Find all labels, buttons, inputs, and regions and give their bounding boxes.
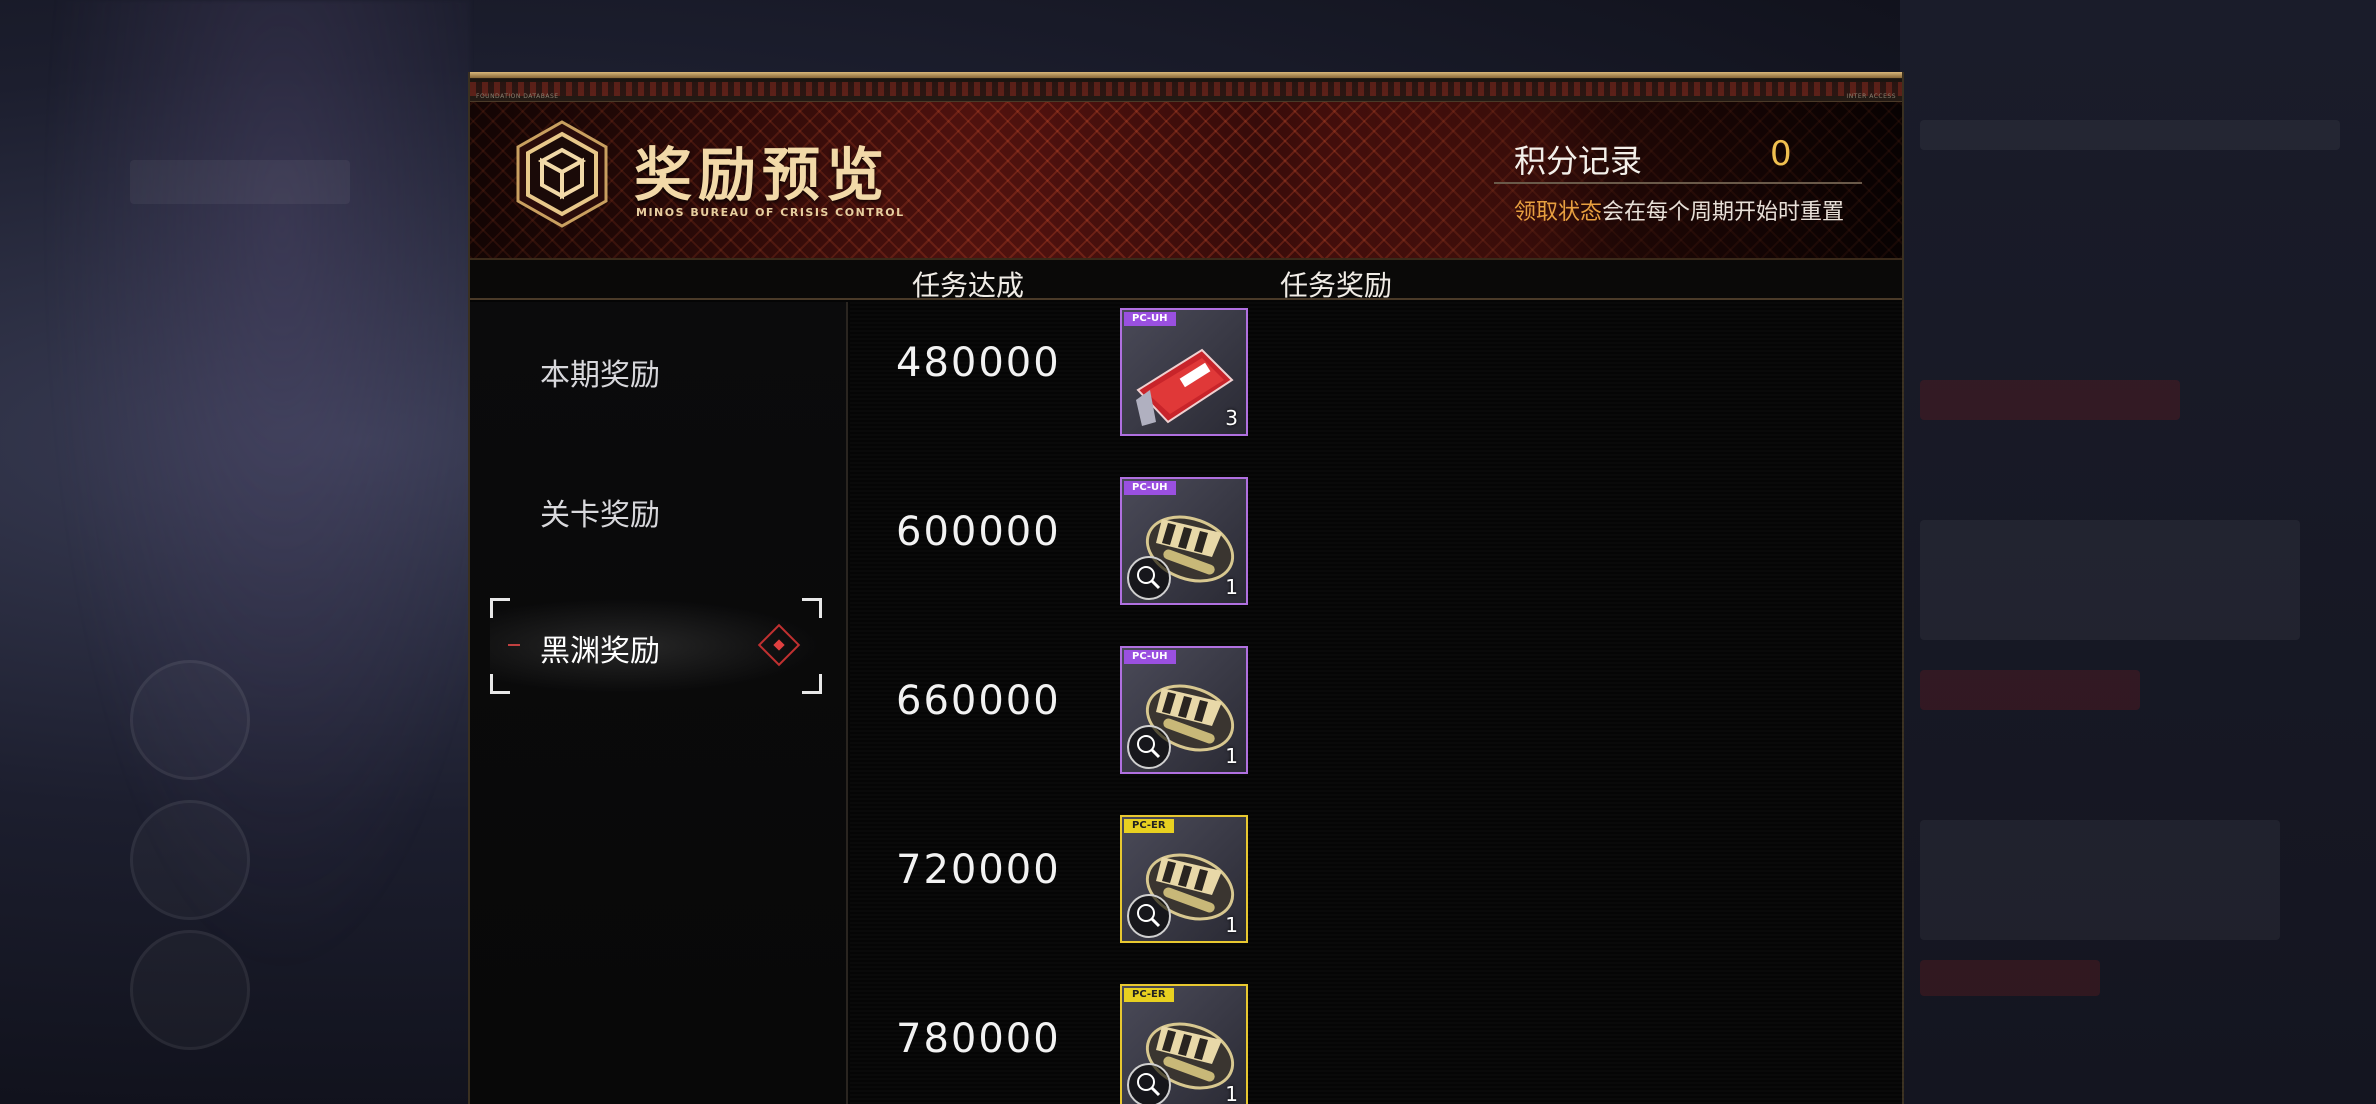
reward-item-slot[interactable]: PC-UH 1 — [1120, 477, 1248, 605]
active-marker — [508, 644, 520, 646]
magnifier-icon — [1127, 1063, 1171, 1104]
column-achievement: 任务达成 — [912, 269, 1025, 302]
reward-row: 480000 PC-UH 3 领取 — [850, 302, 1904, 471]
magnifier-icon — [1127, 725, 1171, 769]
reward-item-slot[interactable]: PC-UH 1 — [1120, 646, 1248, 774]
selection-corner — [802, 598, 822, 618]
sidebar-item-label: 黑渊奖励 — [540, 634, 660, 669]
reward-row: 600000 PC-UH 1 领取 — [850, 471, 1904, 640]
score-record-value: 0 — [1770, 134, 1792, 174]
reward-preview-panel: FOUNDATION DATABASE INTER ACCESS 奖励预览 MI… — [468, 72, 1904, 1104]
background-ghost-bar — [1920, 820, 2280, 940]
sidebar-item-abyss[interactable]: 黑渊奖励 — [490, 598, 822, 694]
panel-top-bar: FOUNDATION DATABASE INTER ACCESS — [470, 72, 1902, 102]
background-circle — [130, 930, 250, 1050]
page-subtitle: MINOS BUREAU OF CRISIS CONTROL — [636, 206, 905, 219]
reward-list[interactable]: 480000 PC-UH 3 领取 600000 — [850, 302, 1904, 1104]
background-ghost-bar — [1920, 380, 2180, 420]
sidebar-item-stage[interactable]: 关卡奖励 — [540, 490, 660, 534]
page-title: 奖励预览 — [634, 141, 891, 209]
item-count: 3 — [1225, 406, 1238, 430]
threshold-value: 720000 — [896, 847, 1061, 893]
item-count: 1 — [1225, 744, 1238, 768]
item-count: 1 — [1225, 913, 1238, 937]
column-reward: 任务奖励 — [1280, 269, 1393, 302]
background-ghost-bar — [1920, 960, 2100, 996]
rarity-tag: PC-UH — [1124, 650, 1176, 664]
background-ghost-bar — [1920, 120, 2340, 150]
background-ghost-bar — [1920, 520, 2300, 640]
background-ghost-bar — [1920, 670, 2140, 710]
selection-corner — [490, 674, 510, 694]
rarity-tag: PC-ER — [1124, 988, 1174, 1002]
column-header: 任务达成 任务奖励 — [470, 260, 1902, 302]
diamond-selected-icon — [757, 623, 801, 667]
reward-item-slot[interactable]: PC-UH 3 — [1120, 308, 1248, 436]
reward-row: 660000 PC-UH 1 领取 — [850, 640, 1904, 809]
threshold-value: 600000 — [896, 509, 1061, 555]
reset-note-text: 会在每个周期开始时重置 — [1602, 200, 1845, 225]
threshold-value: 780000 — [896, 1016, 1061, 1062]
background-ghost-bar — [130, 160, 350, 204]
header-banner: 奖励预览 MINOS BUREAU OF CRISIS CONTROL 积分记录… — [470, 102, 1902, 260]
background-circle — [130, 660, 250, 780]
cube-emblem-icon — [516, 120, 608, 228]
rarity-tag: PC-UH — [1124, 481, 1176, 495]
reward-item-slot[interactable]: PC-ER 1 — [1120, 815, 1248, 943]
rarity-tag: PC-ER — [1124, 819, 1174, 833]
top-right-label: INTER ACCESS — [1846, 93, 1896, 100]
reward-row: 780000 PC-ER 1 领取 — [850, 978, 1904, 1104]
reward-category-sidebar: 本期奖励 关卡奖励 黑渊奖励 — [470, 302, 848, 1104]
score-divider — [1494, 182, 1862, 184]
reward-item-slot[interactable]: PC-ER 1 — [1120, 984, 1248, 1104]
reward-row: 720000 PC-ER 1 领取 — [850, 809, 1904, 978]
threshold-value: 480000 — [896, 340, 1061, 386]
score-record-label: 积分记录 — [1514, 142, 1643, 180]
selection-corner — [802, 674, 822, 694]
threshold-value: 660000 — [896, 678, 1061, 724]
selection-corner — [490, 598, 510, 618]
ticket-icon — [1136, 348, 1234, 426]
item-count: 1 — [1225, 575, 1238, 599]
top-left-label: FOUNDATION DATABASE — [476, 93, 559, 100]
top-bar-stripe — [470, 82, 1902, 96]
magnifier-icon — [1127, 894, 1171, 938]
sidebar-item-current-period[interactable]: 本期奖励 — [540, 350, 660, 394]
reset-note: 领取状态会在每个周期开始时重置 — [1514, 194, 1844, 226]
magnifier-icon — [1127, 556, 1171, 600]
item-count: 1 — [1225, 1082, 1238, 1104]
background-circle — [130, 800, 250, 920]
reset-note-highlight: 领取状态 — [1514, 200, 1603, 225]
rarity-tag: PC-UH — [1124, 312, 1176, 326]
